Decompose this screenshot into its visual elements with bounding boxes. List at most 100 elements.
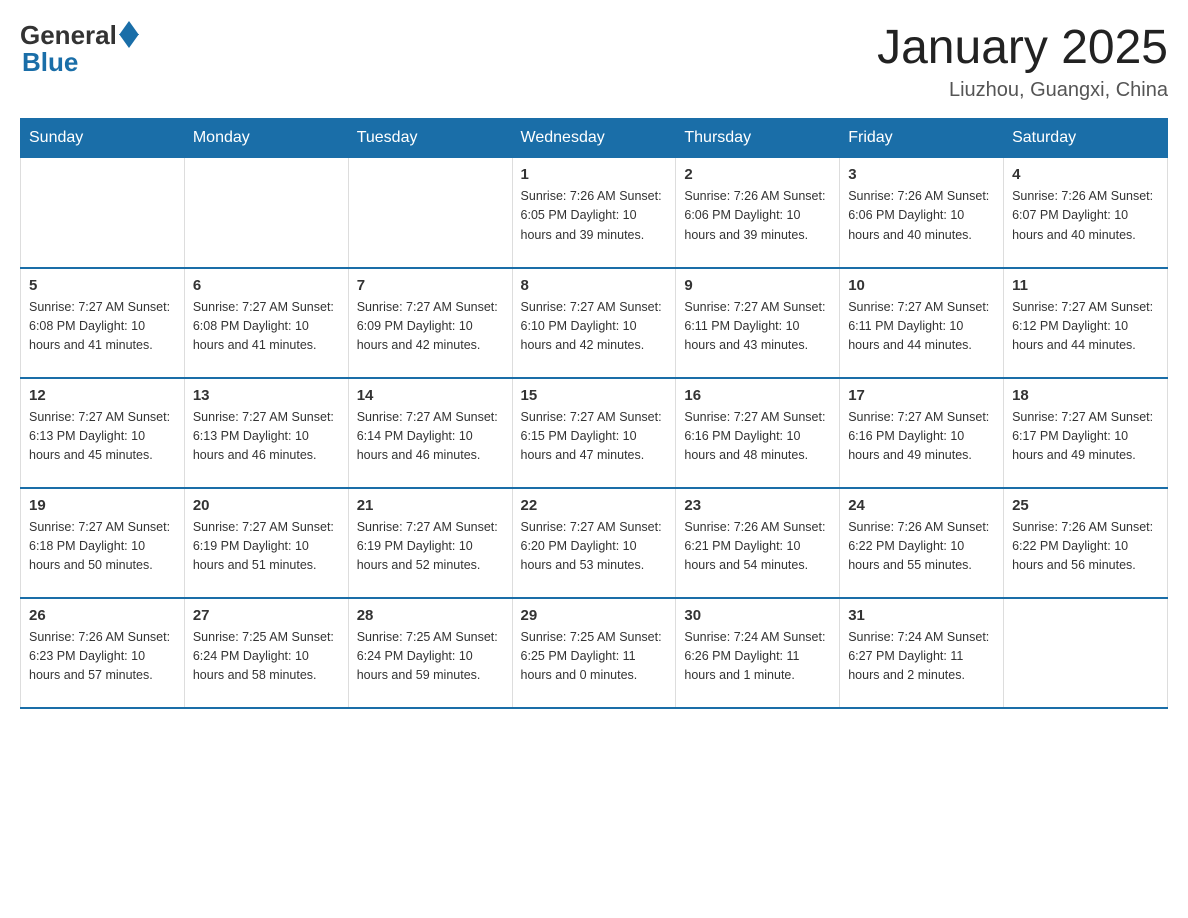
day-number: 30 (684, 607, 831, 624)
calendar-cell: 7 Sunrise: 7:27 AM Sunset: 6:09 PM Daylig… (348, 268, 512, 378)
day-info: Sunrise: 7:24 AM Sunset: 6:26 PM Dayligh… (684, 628, 831, 686)
logo-blue-text: Blue (22, 47, 78, 78)
day-info: Sunrise: 7:27 AM Sunset: 6:11 PM Dayligh… (684, 298, 831, 356)
day-number: 20 (193, 497, 340, 514)
calendar-cell: 5Sunrise: 7:27 AM Sunset: 6:08 PM Daylig… (21, 268, 185, 378)
calendar-cell: 13 Sunrise: 7:27 AM Sunset: 6:13 PM Dayli… (184, 378, 348, 488)
day-info: Sunrise: 7:27 AM Sunset: 6:19 PM Dayligh… (193, 518, 340, 576)
day-info: Sunrise: 7:27 AM Sunset: 6:16 PM Dayligh… (848, 408, 995, 466)
calendar-cell (184, 158, 348, 268)
calendar-cell: 21 Sunrise: 7:27 AM Sunset: 6:19 PM Dayli… (348, 488, 512, 598)
day-number: 31 (848, 607, 995, 624)
calendar-cell: 30 Sunrise: 7:24 AM Sunset: 6:26 PM Dayli… (676, 598, 840, 708)
day-number: 3 (848, 166, 995, 183)
day-info: Sunrise: 7:27 AM Sunset: 6:13 PM Dayligh… (193, 408, 340, 466)
day-info: Sunrise: 7:26 AM Sunset: 6:22 PM Dayligh… (1012, 518, 1159, 576)
header-sunday: Sunday (21, 119, 185, 158)
calendar-cell: 28 Sunrise: 7:25 AM Sunset: 6:24 PM Dayli… (348, 598, 512, 708)
day-info: Sunrise: 7:25 AM Sunset: 6:25 PM Dayligh… (521, 628, 668, 686)
calendar-cell (21, 158, 185, 268)
day-number: 23 (684, 497, 831, 514)
calendar-cell: 16 Sunrise: 7:27 AM Sunset: 6:16 PM Dayli… (676, 378, 840, 488)
calendar-title: January 2025 (877, 20, 1168, 75)
calendar-cell: 3Sunrise: 7:26 AM Sunset: 6:06 PM Daylig… (840, 158, 1004, 268)
day-info: Sunrise: 7:27 AM Sunset: 6:11 PM Dayligh… (848, 298, 995, 356)
title-section: January 2025 Liuzhou, Guangxi, China (877, 20, 1168, 102)
day-number: 5 (29, 277, 176, 294)
day-number: 21 (357, 497, 504, 514)
header-tuesday: Tuesday (348, 119, 512, 158)
calendar-cell: 11 Sunrise: 7:27 AM Sunset: 6:12 PM Dayli… (1004, 268, 1168, 378)
day-number: 10 (848, 277, 995, 294)
day-info: Sunrise: 7:27 AM Sunset: 6:17 PM Dayligh… (1012, 408, 1159, 466)
calendar-cell (348, 158, 512, 268)
calendar-cell: 27Sunrise: 7:25 AM Sunset: 6:24 PM Dayli… (184, 598, 348, 708)
header-wednesday: Wednesday (512, 119, 676, 158)
header-saturday: Saturday (1004, 119, 1168, 158)
day-number: 12 (29, 387, 176, 404)
day-number: 11 (1012, 277, 1159, 294)
day-number: 19 (29, 497, 176, 514)
calendar-header-row: SundayMondayTuesdayWednesdayThursdayFrid… (21, 119, 1168, 158)
day-number: 26 (29, 607, 176, 624)
day-info: Sunrise: 7:27 AM Sunset: 6:09 PM Dayligh… (357, 298, 504, 356)
day-info: Sunrise: 7:27 AM Sunset: 6:12 PM Dayligh… (1012, 298, 1159, 356)
page-header: General Blue January 2025 Liuzhou, Guang… (20, 20, 1168, 102)
header-friday: Friday (840, 119, 1004, 158)
day-number: 24 (848, 497, 995, 514)
calendar-cell: 12 Sunrise: 7:27 AM Sunset: 6:13 PM Dayli… (21, 378, 185, 488)
calendar-cell: 15Sunrise: 7:27 AM Sunset: 6:15 PM Dayli… (512, 378, 676, 488)
day-info: Sunrise: 7:26 AM Sunset: 6:06 PM Dayligh… (684, 187, 831, 245)
day-info: Sunrise: 7:27 AM Sunset: 6:14 PM Dayligh… (357, 408, 504, 466)
calendar-week-row: 1Sunrise: 7:26 AM Sunset: 6:05 PM Daylig… (21, 158, 1168, 268)
calendar-cell: 18 Sunrise: 7:27 AM Sunset: 6:17 PM Dayli… (1004, 378, 1168, 488)
day-info: Sunrise: 7:27 AM Sunset: 6:13 PM Dayligh… (29, 408, 176, 466)
day-info: Sunrise: 7:25 AM Sunset: 6:24 PM Dayligh… (193, 628, 340, 686)
calendar-week-row: 26 Sunrise: 7:26 AM Sunset: 6:23 PM Dayli… (21, 598, 1168, 708)
day-number: 18 (1012, 387, 1159, 404)
day-number: 22 (521, 497, 668, 514)
calendar-cell: 17 Sunrise: 7:27 AM Sunset: 6:16 PM Dayli… (840, 378, 1004, 488)
calendar-cell: 20 Sunrise: 7:27 AM Sunset: 6:19 PM Dayli… (184, 488, 348, 598)
day-info: Sunrise: 7:27 AM Sunset: 6:08 PM Dayligh… (193, 298, 340, 356)
day-number: 2 (684, 166, 831, 183)
logo: General Blue (20, 20, 139, 78)
day-number: 4 (1012, 166, 1159, 183)
day-info: Sunrise: 7:26 AM Sunset: 6:21 PM Dayligh… (684, 518, 831, 576)
calendar-subtitle: Liuzhou, Guangxi, China (877, 79, 1168, 102)
calendar-cell: 22 Sunrise: 7:27 AM Sunset: 6:20 PM Dayli… (512, 488, 676, 598)
calendar-week-row: 5 Sunrise: 7:27 AM Sunset: 6:08 PM Daylig… (21, 268, 1168, 378)
calendar-cell: 19 Sunrise: 7:27 AM Sunset: 6:18 PM Dayli… (21, 488, 185, 598)
calendar-cell: 10 Sunrise: 7:27 AM Sunset: 6:11 PM Dayli… (840, 268, 1004, 378)
day-number: 17 (848, 387, 995, 404)
day-number: 25 (1012, 497, 1159, 514)
calendar-cell: 8Sunrise: 7:27 AM Sunset: 6:10 PM Daylig… (512, 268, 676, 378)
day-info: Sunrise: 7:26 AM Sunset: 6:23 PM Dayligh… (29, 628, 176, 686)
calendar-cell: 14 Sunrise: 7:27 AM Sunset: 6:14 PM Dayli… (348, 378, 512, 488)
day-info: Sunrise: 7:27 AM Sunset: 6:10 PM Dayligh… (521, 298, 668, 356)
header-monday: Monday (184, 119, 348, 158)
day-info: Sunrise: 7:27 AM Sunset: 6:16 PM Dayligh… (684, 408, 831, 466)
day-info: Sunrise: 7:27 AM Sunset: 6:19 PM Dayligh… (357, 518, 504, 576)
day-number: 7 (357, 277, 504, 294)
day-number: 14 (357, 387, 504, 404)
day-number: 29 (521, 607, 668, 624)
day-number: 13 (193, 387, 340, 404)
calendar-week-row: 19 Sunrise: 7:27 AM Sunset: 6:18 PM Dayli… (21, 488, 1168, 598)
day-number: 16 (684, 387, 831, 404)
day-number: 28 (357, 607, 504, 624)
day-info: Sunrise: 7:27 AM Sunset: 6:18 PM Dayligh… (29, 518, 176, 576)
calendar-week-row: 12 Sunrise: 7:27 AM Sunset: 6:13 PM Dayli… (21, 378, 1168, 488)
day-info: Sunrise: 7:27 AM Sunset: 6:15 PM Dayligh… (521, 408, 668, 466)
calendar-cell: 1Sunrise: 7:26 AM Sunset: 6:05 PM Daylig… (512, 158, 676, 268)
calendar-cell: 4Sunrise: 7:26 AM Sunset: 6:07 PM Daylig… (1004, 158, 1168, 268)
day-info: Sunrise: 7:25 AM Sunset: 6:24 PM Dayligh… (357, 628, 504, 686)
calendar-cell: 31Sunrise: 7:24 AM Sunset: 6:27 PM Dayli… (840, 598, 1004, 708)
calendar-cell: 9Sunrise: 7:27 AM Sunset: 6:11 PM Daylig… (676, 268, 840, 378)
calendar-cell: 2 Sunrise: 7:26 AM Sunset: 6:06 PM Daylig… (676, 158, 840, 268)
header-thursday: Thursday (676, 119, 840, 158)
calendar-cell: 6 Sunrise: 7:27 AM Sunset: 6:08 PM Daylig… (184, 268, 348, 378)
day-info: Sunrise: 7:27 AM Sunset: 6:20 PM Dayligh… (521, 518, 668, 576)
day-number: 6 (193, 277, 340, 294)
calendar-cell (1004, 598, 1168, 708)
